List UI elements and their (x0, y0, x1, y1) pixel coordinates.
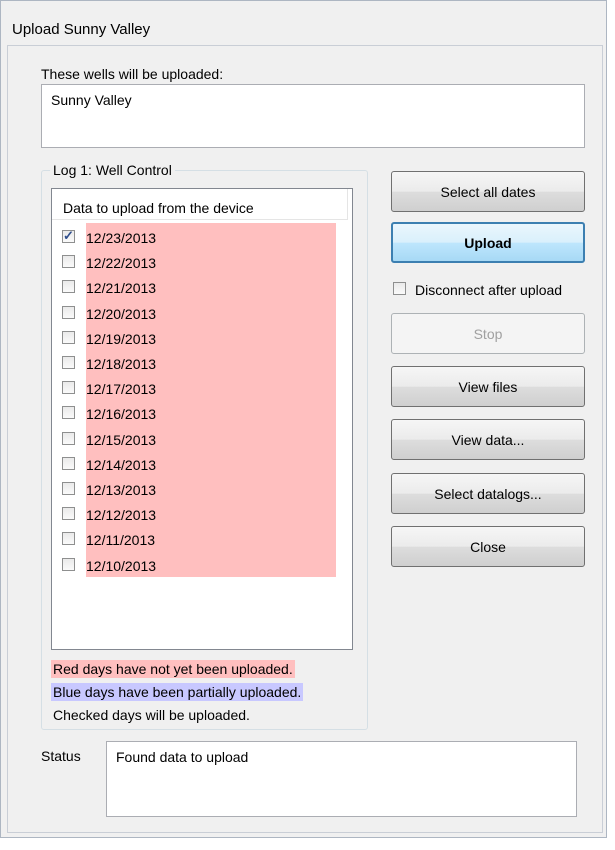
date-label: 12/18/2013 (86, 356, 157, 372)
view-data-button[interactable]: View data... (391, 419, 585, 460)
well-item-sunny-valley[interactable]: Sunny Valley (51, 92, 132, 108)
date-checkbox[interactable] (62, 456, 75, 470)
legend-blue: Blue days have been partially uploaded. (51, 683, 304, 701)
date-checkbox[interactable] (62, 406, 75, 420)
list-column-header[interactable]: Data to upload from the device (52, 189, 348, 220)
date-row[interactable]: 12/18/2013 (62, 353, 332, 373)
status-text: Found data to upload (116, 749, 249, 765)
list-header-label: Data to upload from the device (63, 200, 254, 216)
date-label: 12/16/2013 (86, 406, 157, 423)
wells-label: These wells will be uploaded: (41, 66, 224, 82)
window-title: Upload Sunny Valley (12, 21, 151, 38)
close-button[interactable]: Close (391, 526, 585, 567)
date-row[interactable]: 12/16/2013 (62, 403, 332, 423)
date-row[interactable]: 12/17/2013 (62, 378, 332, 398)
date-row[interactable]: 12/22/2013 (62, 252, 332, 272)
date-row[interactable]: 12/21/2013 (62, 277, 332, 297)
date-label: 12/20/2013 (86, 305, 157, 322)
date-checkbox[interactable] (62, 507, 75, 521)
date-row[interactable]: 12/15/2013 (62, 429, 332, 449)
date-label: 12/11/2013 (86, 532, 156, 549)
date-label: 12/23/2013 (86, 230, 157, 246)
date-checkbox[interactable] (62, 356, 75, 369)
log-group-caption: Log 1: Well Control (50, 162, 175, 178)
date-label: 12/12/2013 (86, 507, 157, 524)
date-checkbox[interactable] (62, 482, 75, 495)
date-label: 12/13/2013 (86, 482, 157, 498)
dates-listview[interactable]: Data to upload from the device 12/23/201… (51, 188, 353, 650)
wells-listbox[interactable]: Sunny Valley (41, 84, 585, 148)
status-label: Status (41, 748, 81, 764)
date-checkbox[interactable] (62, 431, 75, 445)
date-label: 12/15/2013 (86, 431, 157, 448)
disconnect-after-upload-checkbox[interactable]: Disconnect after upload (393, 281, 585, 299)
date-checkbox[interactable] (62, 532, 75, 546)
date-checkbox[interactable] (62, 330, 75, 344)
date-row[interactable]: 12/10/2013 (62, 555, 332, 575)
column-separator (347, 189, 348, 219)
legend-red: Red days have not yet been uploaded. (51, 660, 295, 678)
view-files-button[interactable]: View files (391, 366, 585, 407)
date-row[interactable]: 12/13/2013 (62, 479, 332, 499)
date-row[interactable]: 12/14/2013 (62, 454, 332, 474)
upload-button[interactable]: Upload (391, 222, 585, 263)
date-checkbox[interactable] (62, 381, 75, 395)
checkbox-box[interactable] (393, 282, 406, 295)
date-label: 12/17/2013 (86, 381, 157, 398)
stop-button[interactable]: Stop (391, 313, 585, 354)
select-datalogs-button[interactable]: Select datalogs... (391, 473, 585, 514)
date-label: 12/14/2013 (86, 456, 157, 473)
date-label: 12/10/2013 (86, 557, 157, 574)
legend-checked: Checked days will be uploaded. (53, 707, 250, 723)
status-box: Found data to upload (106, 741, 577, 817)
date-checkbox[interactable] (62, 228, 75, 244)
date-checkbox[interactable] (62, 305, 75, 319)
date-row[interactable]: 12/12/2013 (62, 504, 332, 524)
date-label: 12/19/2013 (86, 330, 157, 347)
date-label: 12/22/2013 (86, 255, 157, 272)
date-row[interactable]: 12/19/2013 (62, 328, 332, 348)
date-row[interactable]: 12/23/2013 (62, 227, 332, 247)
date-row[interactable]: 12/20/2013 (62, 303, 332, 323)
date-label: 12/21/2013 (86, 280, 157, 297)
date-checkbox[interactable] (62, 557, 75, 571)
select-all-dates-button[interactable]: Select all dates (391, 171, 585, 212)
date-checkbox[interactable] (62, 280, 75, 294)
date-row[interactable]: 12/11/2013 (62, 529, 332, 549)
date-checkbox[interactable] (62, 255, 75, 269)
disconnect-label: Disconnect after upload (415, 282, 563, 298)
